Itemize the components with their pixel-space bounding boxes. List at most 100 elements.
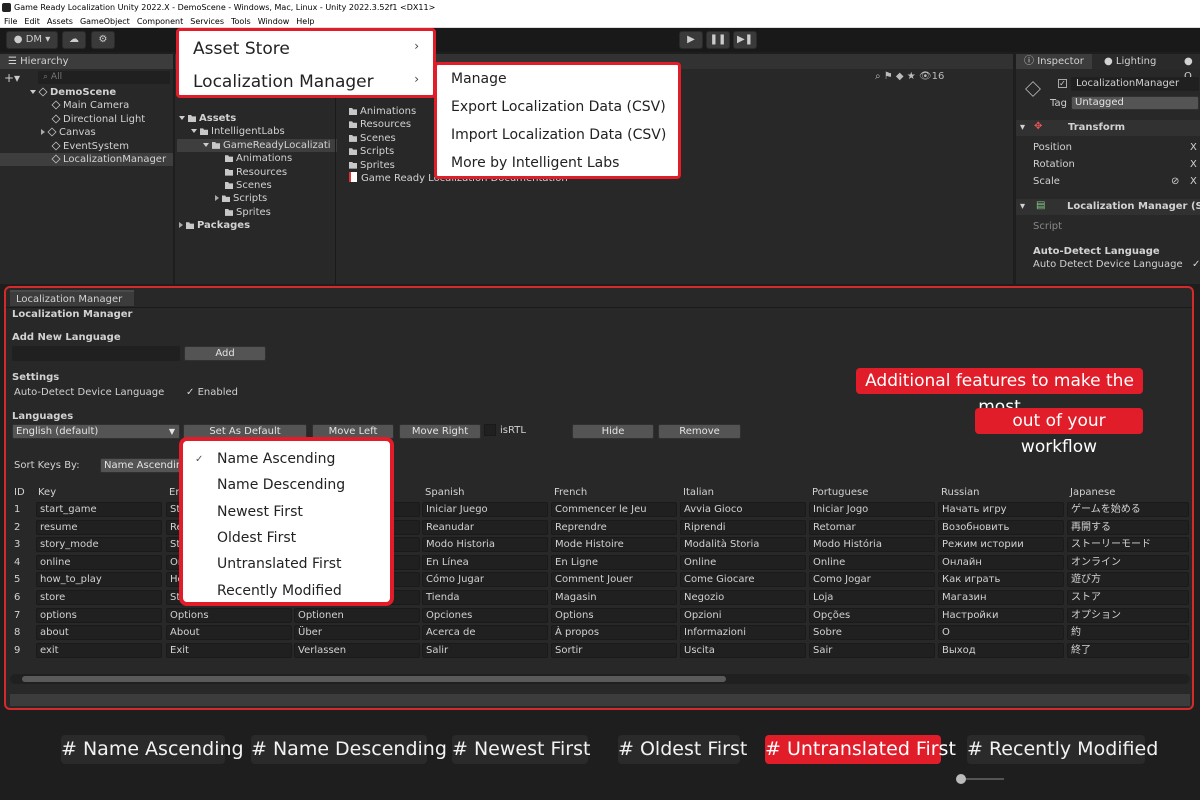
translation-field[interactable]: Avvia Gioco	[680, 502, 806, 517]
tab-localization-manager[interactable]: Localization Manager	[10, 290, 134, 306]
expand-arrow-icon[interactable]	[179, 222, 183, 229]
translation-field[interactable]: Informazioni	[680, 625, 806, 641]
translation-field[interactable]: Reprendre	[551, 519, 677, 535]
sort-dropdown[interactable]: Name Ascending	[100, 458, 184, 473]
key-field[interactable]: about	[36, 625, 162, 641]
submenu-export-csv[interactable]: Export Localization Data (CSV)	[437, 99, 666, 115]
submenu-more-by-intelligent-labs[interactable]: More by Intelligent Labs	[437, 155, 619, 171]
translation-field[interactable]: Uscita	[680, 642, 806, 658]
key-field[interactable]: resume	[36, 519, 162, 535]
translation-field[interactable]: ゲームを始める	[1067, 502, 1189, 517]
translation-field[interactable]: Mode Histoire	[551, 537, 677, 553]
remove-button[interactable]: Remove	[658, 424, 741, 439]
active-checkbox[interactable]: ✓	[1058, 79, 1067, 88]
hierarchy-item[interactable]: EventSystem	[0, 140, 173, 153]
menu-file[interactable]: File	[4, 17, 17, 26]
account-dropdown[interactable]: ● DM ▾	[6, 31, 58, 49]
menu-edit[interactable]: Edit	[24, 17, 40, 26]
expand-arrow-icon[interactable]	[41, 129, 45, 136]
cloud-icon[interactable]: ☁	[62, 31, 86, 49]
hierarchy-item[interactable]: Main Camera	[0, 99, 173, 112]
hierarchy-search-input[interactable]: ⌕ All	[38, 71, 170, 84]
language-dropdown[interactable]: English (default) ▼	[12, 424, 180, 439]
translation-field[interactable]: Онлайн	[938, 554, 1064, 570]
tab-lighting[interactable]: ● Lighting	[1102, 54, 1156, 69]
sort-option[interactable]: Recently Modified	[217, 583, 342, 599]
foldout-arrow-icon[interactable]: ▾	[1020, 201, 1025, 212]
translation-field[interactable]: Modo Historia	[422, 537, 548, 553]
submenu-import-csv[interactable]: Import Localization Data (CSV)	[437, 127, 666, 143]
translation-field[interactable]: オプション	[1067, 607, 1189, 623]
menu-window[interactable]: Window	[258, 17, 290, 26]
translation-field[interactable]: 遊び方	[1067, 572, 1189, 588]
auto-detect-checkbox[interactable]: ✓	[1192, 259, 1200, 270]
translation-field[interactable]: Come Giocare	[680, 572, 806, 588]
translation-field[interactable]: Opções	[809, 607, 935, 623]
translation-field[interactable]: Opzioni	[680, 607, 806, 623]
translation-field[interactable]: About	[166, 625, 292, 641]
key-field[interactable]: story_mode	[36, 537, 162, 553]
folder-intelligentlabs[interactable]: IntelligentLabs	[177, 125, 337, 138]
add-icon[interactable]: +▾	[4, 71, 20, 85]
folder-item[interactable]: Scenes	[177, 179, 337, 192]
translation-field[interactable]: Modalità Storia	[680, 537, 806, 553]
add-button[interactable]: Add	[184, 346, 266, 361]
translation-field[interactable]: 終了	[1067, 642, 1189, 658]
folder-item[interactable]: Sprites	[177, 206, 337, 219]
translation-field[interactable]: Режим истории	[938, 537, 1064, 553]
sort-option[interactable]: Newest First	[217, 504, 303, 520]
zoom-slider-handle[interactable]	[956, 774, 966, 784]
object-name-field[interactable]: LocalizationManager	[1071, 77, 1199, 91]
hierarchy-item[interactable]: Directional Light	[0, 113, 173, 126]
folder-packages[interactable]: Packages	[177, 219, 337, 232]
translation-field[interactable]: Options	[166, 607, 292, 623]
translation-field[interactable]: Magasin	[551, 590, 677, 605]
translation-field[interactable]: Reanudar	[422, 519, 548, 535]
translation-field[interactable]: Como Jogar	[809, 572, 935, 588]
translation-field[interactable]: Iniciar Jogo	[809, 502, 935, 517]
menu-component[interactable]: Component	[137, 17, 183, 26]
translation-field[interactable]: Sortir	[551, 642, 677, 658]
translation-field[interactable]: Начать игру	[938, 502, 1064, 517]
translation-field[interactable]: Verlassen	[294, 642, 420, 658]
translation-field[interactable]: En Ligne	[551, 554, 677, 570]
translation-field[interactable]: ストーリーモード	[1067, 537, 1189, 553]
translation-field[interactable]: Sobre	[809, 625, 935, 641]
translation-field[interactable]: Как играть	[938, 572, 1064, 588]
translation-field[interactable]: Commencer le Jeu	[551, 502, 677, 517]
key-field[interactable]: online	[36, 554, 162, 570]
hierarchy-item-selected[interactable]: LocalizationManager	[0, 153, 173, 167]
menu-assets[interactable]: Assets	[47, 17, 73, 26]
menu-services[interactable]: Services	[190, 17, 224, 26]
translation-field[interactable]: Optionen	[294, 607, 420, 623]
menu-item-asset-store[interactable]: Asset Store ›	[179, 39, 433, 59]
translation-field[interactable]: Retomar	[809, 519, 935, 535]
scrollbar-thumb[interactable]	[22, 676, 726, 682]
translation-field[interactable]: Online	[809, 554, 935, 570]
expand-arrow-icon[interactable]	[215, 195, 219, 202]
sort-option[interactable]: Name Ascending	[217, 451, 335, 467]
translation-field[interactable]: Магазин	[938, 590, 1064, 605]
scene-root[interactable]: DemoScene	[0, 86, 173, 99]
expand-arrow-icon[interactable]	[30, 90, 36, 94]
hide-button[interactable]: Hide	[572, 424, 654, 439]
horizontal-scrollbar[interactable]	[10, 674, 1190, 684]
eye-icon[interactable]: 👁	[919, 71, 932, 82]
sort-option[interactable]: Untranslated First	[217, 556, 341, 572]
expand-arrow-icon[interactable]	[179, 116, 185, 120]
expand-arrow-icon[interactable]	[203, 142, 209, 147]
component-header[interactable]: ▾ ▤ Localization Manager (Scri	[1016, 199, 1200, 215]
folder-item[interactable]: Scripts	[177, 192, 337, 205]
folder-item[interactable]: Animations	[177, 152, 337, 165]
translation-field[interactable]: Online	[680, 554, 806, 570]
tag-dropdown[interactable]: Untagged	[1071, 96, 1199, 110]
menu-item-localization-manager[interactable]: Localization Manager ›	[179, 72, 433, 92]
translation-field[interactable]: Modo História	[809, 537, 935, 553]
sort-option[interactable]: Name Descending	[217, 477, 345, 493]
tab-inspector[interactable]: ⓘ Inspector	[1016, 54, 1092, 69]
translation-field[interactable]: Negozio	[680, 590, 806, 605]
translation-field[interactable]: Comment Jouer	[551, 572, 677, 588]
hierarchy-tab[interactable]: ☰ Hierarchy	[0, 54, 173, 69]
key-field[interactable]: options	[36, 607, 162, 623]
menu-tools[interactable]: Tools	[231, 17, 251, 26]
